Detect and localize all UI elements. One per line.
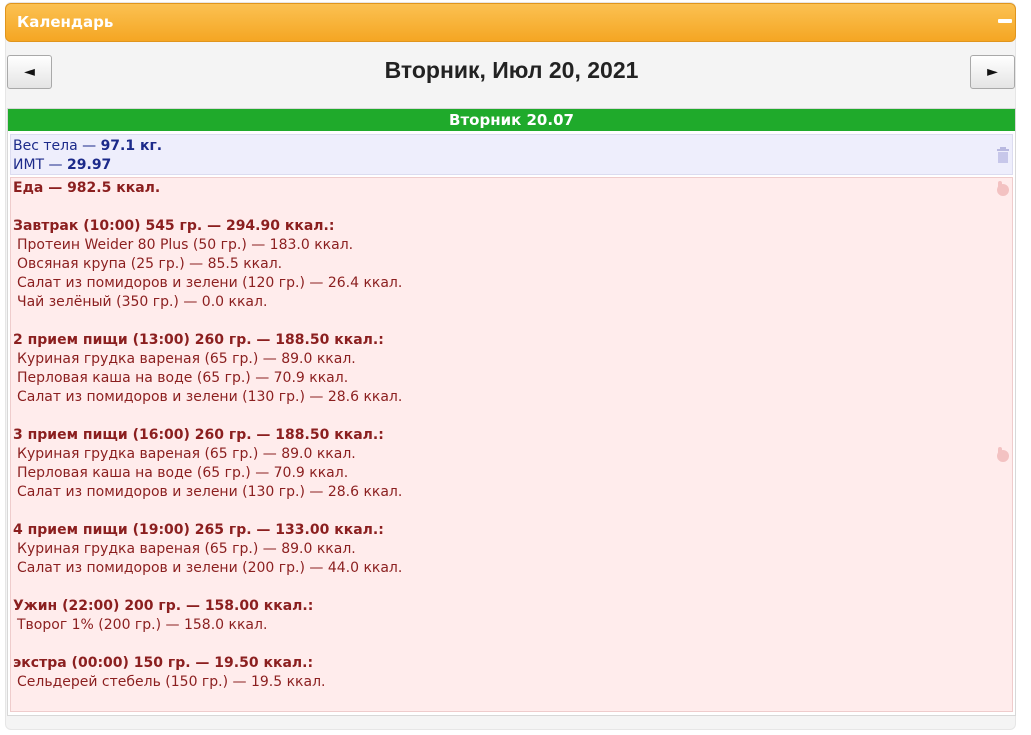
food-entry[interactable]: Еда — 982.5 ккал. Завтрак (10:00) 545 гр… [10,177,1013,712]
weight-label: Вес тела — [13,138,101,154]
meal-block: 2 прием пищи (13:00) 260 гр. — 188.50 кк… [13,331,1012,407]
bmi-label: ИМТ — [13,157,68,173]
day-header: Вторник 20.07 [8,109,1015,131]
meal-item: Куриная грудка вареная (65 гр.) — 89.0 к… [17,446,356,462]
meal-heading: Ужин (22:00) 200 гр. — 158.00 ккал.: [13,598,314,614]
meal-block: 4 прием пищи (19:00) 265 гр. — 133.00 кк… [13,521,1012,578]
minus-icon[interactable] [998,19,1012,23]
meal-heading: 2 прием пищи (13:00) 260 гр. — 188.50 кк… [13,332,384,348]
meal-item: Чай зелёный (350 гр.) — 0.0 ккал. [17,294,268,310]
meal-block: экстра (00:00) 150 гр. — 19.50 ккал.: Сел… [13,654,1012,692]
meal-heading: 3 прием пищи (16:00) 260 гр. — 188.50 кк… [13,427,384,443]
food-total: Еда — 982.5 ккал. [13,180,161,196]
meal-item: Салат из помидоров и зелени (120 гр.) — … [17,275,403,291]
meal-item: Куриная грудка вареная (65 гр.) — 89.0 к… [17,351,356,367]
weight-value: 97.1 кг. [100,138,163,154]
body-stats-entry[interactable]: Вес тела — 97.1 кг. ИМТ — 29.97 [10,134,1013,175]
trash-icon[interactable] [996,147,1010,163]
next-day-button[interactable]: ► [970,55,1015,89]
calendar-titlebar: Календарь [5,3,1016,42]
meal-item: Куриная грудка вареная (65 гр.) — 89.0 к… [17,541,356,557]
bmi-line: ИМТ — 29.97 [13,156,1012,175]
meal-item: Творог 1% (200 гр.) — 158.0 ккал. [17,617,268,633]
meal-item: Сельдерей стебель (150 гр.) — 19.5 ккал. [17,674,326,690]
meal-heading: 4 прием пищи (19:00) 265 гр. — 133.00 кк… [13,522,384,538]
meal-block: Завтрак (10:00) 545 гр. — 294.90 ккал.: П… [13,217,1012,312]
hand-pointer-icon[interactable] [995,180,1010,196]
weight-line: Вес тела — 97.1 кг. [13,137,1012,156]
hand-pointer-icon[interactable] [995,446,1010,462]
meal-item: Перловая каша на воде (65 гр.) — 70.9 кк… [17,465,349,481]
meal-item: Салат из помидоров и зелени (200 гр.) — … [17,560,403,576]
meal-item: Салат из помидоров и зелени (130 гр.) — … [17,484,403,500]
meal-block: 3 прием пищи (16:00) 260 гр. — 188.50 кк… [13,426,1012,502]
meal-item: Перловая каша на воде (65 гр.) — 70.9 кк… [17,370,349,386]
meal-heading: экстра (00:00) 150 гр. — 19.50 ккал.: [13,655,314,671]
meal-list: Завтрак (10:00) 545 гр. — 294.90 ккал.: П… [13,217,1012,692]
calendar-title: Календарь [17,13,114,31]
meal-item: Салат из помидоров и зелени (130 гр.) — … [17,389,403,405]
meal-block: Ужин (22:00) 200 гр. — 158.00 ккал.: Твор… [13,597,1012,635]
meal-heading: Завтрак (10:00) 545 гр. — 294.90 ккал.: [13,218,335,234]
meal-item: Протеин Weider 80 Plus (50 гр.) — 183.0 … [17,237,354,253]
date-title: Вторник, Июл 20, 2021 [384,57,639,83]
bmi-value: 29.97 [67,157,112,173]
meal-item: Овсяная крупа (25 гр.) — 85.5 ккал. [17,256,283,272]
